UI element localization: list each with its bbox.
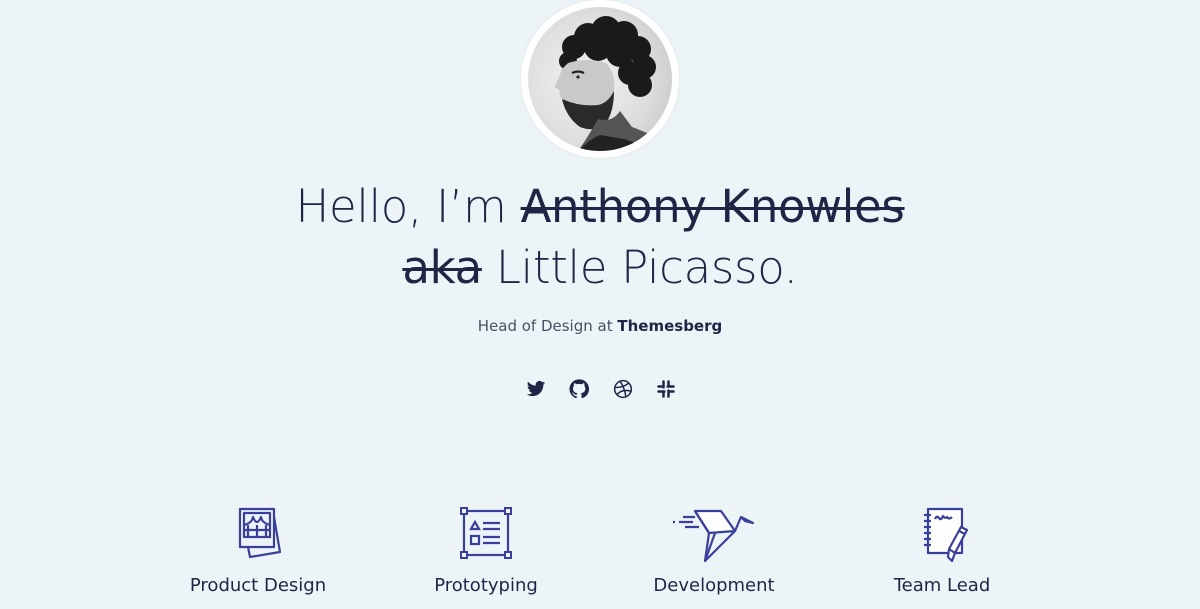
features-list: Product Design Prototyping Development T… [144,503,1056,596]
nickname: Little Picasso. [481,241,798,294]
feature-label: Team Lead [893,575,991,596]
headline-prefix: Hello, I’m [295,180,521,233]
notebook-pencil-icon [924,507,969,563]
feature-label: Prototyping [434,575,538,596]
feature-label: Product Design [189,575,327,596]
github-icon [569,379,590,399]
photos-icon [238,507,282,559]
origami-bird-icon [673,509,755,563]
feature-label: Development [653,575,775,596]
role-text: Head of Design at [477,317,618,335]
twitter-icon [526,381,546,397]
social-link-twitter[interactable] [525,378,547,400]
feature-prototyping: Prototyping [372,503,600,596]
struck-name: Anthony Knowles [520,180,905,233]
social-links [525,377,677,401]
social-link-slack[interactable] [655,378,677,400]
slack-icon [657,380,675,398]
feature-development: Development [600,503,828,596]
portrait-illustration [554,16,660,151]
page-title: Hello, I’m Anthony Knowles aka Little Pi… [0,176,1200,298]
dribbble-icon [613,379,632,399]
social-link-dribbble[interactable] [612,378,634,400]
social-link-github[interactable] [568,378,590,400]
feature-product-design: Product Design [144,503,372,596]
company-name: Themesberg [617,317,723,335]
avatar [521,0,679,158]
struck-aka: aka [402,241,482,294]
avatar-image [528,7,672,151]
feature-team-lead: Team Lead [828,503,1056,596]
hero-section: Hello, I’m Anthony Knowles aka Little Pi… [0,0,1200,609]
wireframe-icon [460,507,512,559]
role-subtitle: Head of Design at Themesberg [0,317,1200,335]
